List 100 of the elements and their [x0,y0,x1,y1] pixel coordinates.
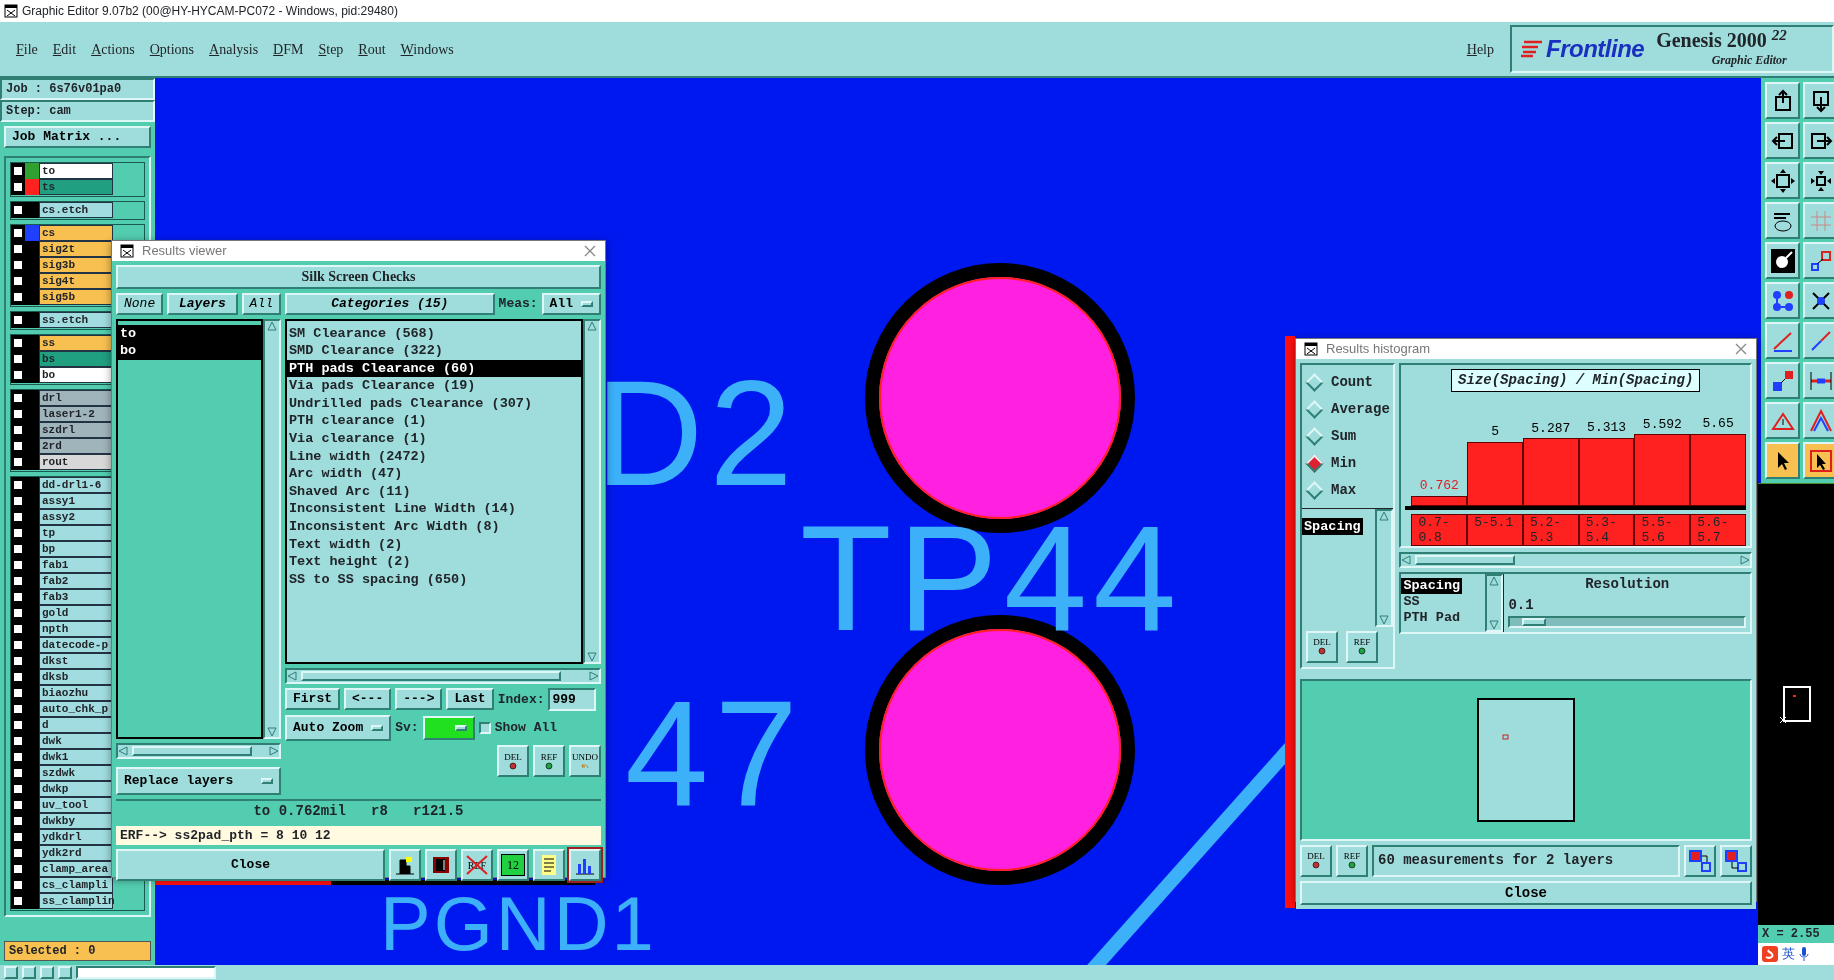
edit-button[interactable]: DEL [497,745,529,777]
layer-checkbox[interactable] [13,512,23,522]
measure-item[interactable]: Spacing [1401,577,1463,594]
layer-checkbox[interactable] [13,315,23,325]
layer-checkbox[interactable] [13,544,23,554]
layer-checkbox[interactable] [13,205,23,215]
mode-radio[interactable]: Average [1302,395,1394,423]
toolbar-button[interactable] [1765,202,1800,239]
auto-zoom-dropdown[interactable]: Auto Zoom [285,715,392,741]
layer-name[interactable]: biaozhu [39,685,113,701]
command-field[interactable] [76,966,216,979]
sv-color-dropdown[interactable] [422,716,475,740]
scrollbar[interactable] [1399,551,1752,568]
category-item[interactable]: Shaved Arc (11) [287,482,581,501]
layer-checkbox[interactable] [13,592,23,602]
tool-button[interactable] [425,849,457,881]
layer-name[interactable]: gold [39,605,113,621]
toolbar-button[interactable] [1765,122,1800,159]
layer-name[interactable]: cs [39,225,113,241]
layer-name[interactable]: sig4t [39,273,113,289]
layer-checkbox[interactable] [13,528,23,538]
toolbar-button[interactable] [1803,282,1834,319]
close-icon[interactable] [583,243,597,258]
layer-name[interactable]: dkst [39,653,113,669]
field-item[interactable]: Spacing [1302,517,1363,536]
meas-dropdown[interactable]: All [541,292,601,315]
mode-radio[interactable]: Max [1302,476,1394,504]
category-item[interactable]: Text height (2) [287,553,581,571]
layer-name[interactable]: assy1 [39,493,113,509]
filter-button[interactable]: Layers [167,292,238,315]
layer-name[interactable]: fab3 [39,589,113,605]
layer-name[interactable]: sig2t [39,241,113,257]
layer-name[interactable]: dwkby [39,813,113,829]
layer-name[interactable]: cs.etch [39,202,113,218]
layer-name[interactable]: szdwk [39,765,113,781]
help-menu[interactable]: Help [1466,38,1494,60]
category-item[interactable]: Undrilled pads Clearance (307) [287,394,581,413]
layer-checkbox[interactable] [13,480,23,490]
layer-checkbox[interactable] [13,736,23,746]
layer-checkbox[interactable] [13,640,23,650]
mode-radio[interactable]: Sum [1302,422,1394,450]
scrollbar[interactable] [263,318,281,739]
menu-item[interactable]: Actions [91,38,135,60]
layer-checkbox[interactable] [13,496,23,506]
category-item[interactable]: SM Clearance (568) [287,324,581,343]
layer-checkbox[interactable] [13,393,23,403]
filter-button[interactable]: None [116,292,164,315]
layer-checkbox[interactable] [13,896,23,906]
scroll-thumb[interactable] [1415,554,1516,565]
layer-checkbox[interactable] [13,864,23,874]
layer-checkbox[interactable] [13,704,23,714]
edit-button[interactable]: REF [1336,844,1368,877]
layer-name[interactable]: npth [39,621,113,637]
scroll-thumb[interactable] [301,670,561,681]
category-item[interactable]: Arc width (47) [287,465,581,483]
category-item[interactable]: Inconsistent Line Width (14) [287,500,581,519]
layer-checkbox[interactable] [13,752,23,762]
scrollbar[interactable] [583,318,601,664]
layer-name[interactable]: datecode-p [39,637,113,653]
layer-name[interactable]: bo [39,367,113,383]
toolbar-button[interactable] [1803,442,1834,479]
replace-layers-dropdown[interactable]: Replace layers [116,766,281,795]
layer-name[interactable]: ss [39,335,113,351]
layer-checkbox[interactable] [13,608,23,618]
layer-name[interactable]: assy2 [39,509,113,525]
layer-checkbox[interactable] [13,166,23,176]
layer-name[interactable]: dwk [39,733,113,749]
toolbar-button[interactable] [1803,162,1834,199]
layer-checkbox[interactable] [13,784,23,794]
layer-checkbox[interactable] [13,370,23,380]
strip-button[interactable] [4,966,18,979]
scrollbar[interactable] [116,742,281,759]
category-item[interactable]: SS to SS spacing (650) [287,570,581,589]
job-matrix-button[interactable]: Job Matrix ... [4,126,151,148]
layer-checkbox[interactable] [13,244,23,254]
layer-checkbox[interactable] [13,576,23,586]
layer-checkbox[interactable] [13,409,23,419]
resolution-slider[interactable] [1508,615,1746,628]
layer-checkbox[interactable] [13,688,23,698]
layer-name[interactable]: sig5b [39,289,113,305]
layer-name[interactable]: uv_tool [39,797,113,813]
mode-radio[interactable]: Count [1302,368,1394,396]
category-item[interactable]: SMD Clearance (322) [287,342,581,360]
layer-name[interactable]: ss.etch [39,312,113,328]
layer-name[interactable]: dwk1 [39,749,113,765]
layer-name[interactable]: cs_clampli [39,877,113,893]
filter-button[interactable]: All [241,292,281,315]
layer-name[interactable]: auto_chk_p [39,701,113,717]
toolbar-button[interactable] [1803,82,1834,119]
layer-name[interactable]: bp [39,541,113,557]
layer-name[interactable]: dd-drl1-6 [39,477,113,493]
layer-name[interactable]: drl [39,390,113,406]
layer-checkbox[interactable] [13,354,23,364]
strip-button[interactable] [40,966,54,979]
nav-button[interactable]: Last [446,688,494,711]
strip-button[interactable] [58,966,72,979]
menu-item[interactable]: DFM [273,38,304,60]
menu-item[interactable]: File [16,38,38,60]
toolbar-button[interactable] [1765,442,1800,479]
edit-button[interactable]: UNDO [569,745,601,777]
